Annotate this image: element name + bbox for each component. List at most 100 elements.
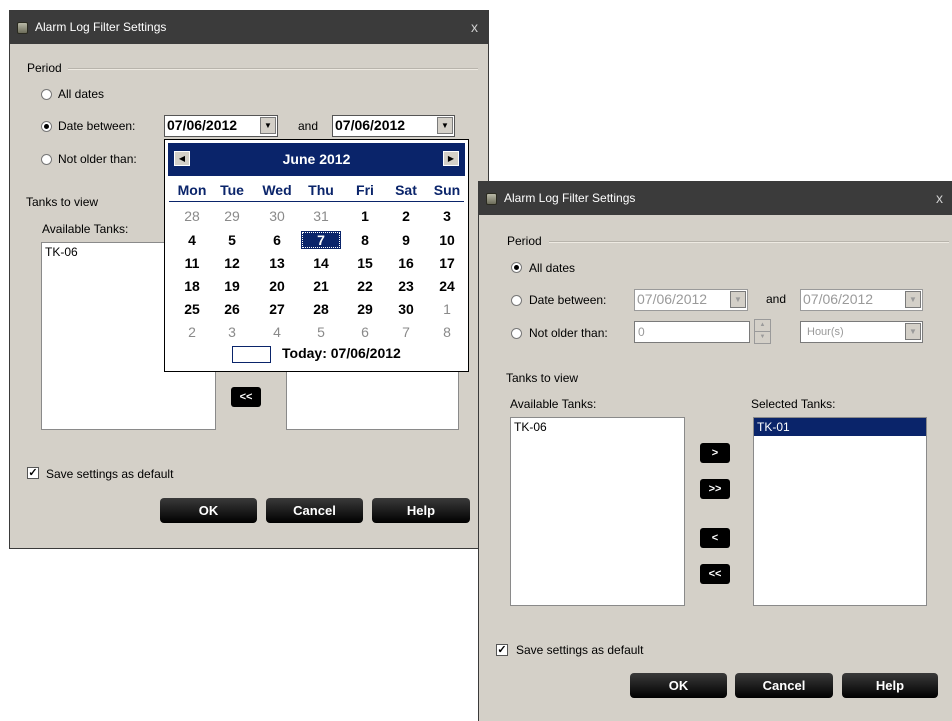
calendar-day[interactable]: 14 bbox=[301, 254, 341, 272]
front-not-older-label[interactable]: Not older than: bbox=[529, 326, 608, 340]
back-radio-not-older[interactable] bbox=[41, 154, 52, 165]
back-close-icon[interactable]: x bbox=[471, 11, 478, 44]
front-not-older-input[interactable]: 0 bbox=[634, 321, 750, 343]
list-item[interactable]: TK-01 bbox=[754, 418, 926, 436]
front-ok-button[interactable]: OK bbox=[630, 673, 727, 698]
front-radio-not-older[interactable] bbox=[511, 328, 522, 339]
calendar-day[interactable]: 8 bbox=[427, 323, 467, 341]
calendar-day[interactable]: 6 bbox=[345, 323, 385, 341]
back-date-to-dropdown-icon[interactable]: ▼ bbox=[437, 117, 453, 134]
calendar-day[interactable]: 26 bbox=[212, 300, 252, 318]
calendar-day[interactable]: 13 bbox=[257, 254, 297, 272]
calendar-day[interactable]: 3 bbox=[427, 207, 467, 225]
calendar-day[interactable]: 7 bbox=[301, 231, 341, 249]
calendar-dow-sat: Sat bbox=[395, 182, 417, 198]
calendar-dow-thu: Thu bbox=[308, 182, 334, 198]
calendar-day[interactable]: 16 bbox=[386, 254, 426, 272]
front-unit-select[interactable]: Hour(s) ▼ bbox=[800, 321, 923, 343]
calendar-day[interactable]: 24 bbox=[427, 277, 467, 295]
stepper-up-icon[interactable]: ▲ bbox=[755, 320, 770, 332]
back-ok-button[interactable]: OK bbox=[160, 498, 257, 523]
calendar-day[interactable]: 3 bbox=[212, 323, 252, 341]
calendar-day[interactable]: 15 bbox=[345, 254, 385, 272]
back-radio-all-dates[interactable] bbox=[41, 89, 52, 100]
calendar-day[interactable]: 1 bbox=[345, 207, 385, 225]
back-remove-all-button[interactable]: << bbox=[231, 387, 261, 407]
calendar-day[interactable]: 30 bbox=[386, 300, 426, 318]
front-remove-all-button[interactable]: << bbox=[700, 564, 730, 584]
calendar-day[interactable]: 28 bbox=[301, 300, 341, 318]
calendar-day[interactable]: 7 bbox=[386, 323, 426, 341]
back-all-dates-label[interactable]: All dates bbox=[58, 87, 104, 101]
calendar-day[interactable]: 25 bbox=[172, 300, 212, 318]
calendar-day[interactable]: 5 bbox=[301, 323, 341, 341]
calendar-day[interactable]: 5 bbox=[212, 231, 252, 249]
stepper-down-icon[interactable]: ▼ bbox=[755, 332, 770, 343]
calendar-day[interactable]: 8 bbox=[345, 231, 385, 249]
calendar-day[interactable]: 2 bbox=[386, 207, 426, 225]
front-selected-list[interactable]: TK-01 bbox=[753, 417, 927, 606]
front-and-label: and bbox=[766, 292, 787, 306]
back-date-from-dropdown-icon[interactable]: ▼ bbox=[260, 117, 276, 134]
calendar-day[interactable]: 2 bbox=[172, 323, 212, 341]
front-available-list[interactable]: TK-06 bbox=[510, 417, 685, 606]
calendar-day[interactable]: 11 bbox=[172, 254, 212, 272]
front-radio-date-between[interactable] bbox=[511, 295, 522, 306]
back-help-button[interactable]: Help bbox=[372, 498, 470, 523]
calendar-day[interactable]: 30 bbox=[257, 207, 297, 225]
front-dialog: Alarm Log Filter Settings x Period All d… bbox=[478, 181, 952, 721]
front-add-all-button[interactable]: >> bbox=[700, 479, 730, 499]
calendar-next-month-icon[interactable]: ▶ bbox=[443, 151, 459, 166]
calendar-day[interactable]: 29 bbox=[345, 300, 385, 318]
back-date-to-field[interactable]: 07/06/2012 ▼ bbox=[332, 115, 455, 137]
back-date-from-field[interactable]: 07/06/2012 ▼ bbox=[164, 115, 278, 137]
back-titlebar[interactable]: Alarm Log Filter Settings x bbox=[10, 11, 488, 44]
calendar-day[interactable]: 27 bbox=[257, 300, 297, 318]
front-cancel-button[interactable]: Cancel bbox=[735, 673, 833, 698]
front-save-default-checkbox[interactable]: ✓ bbox=[496, 644, 508, 656]
back-not-older-label[interactable]: Not older than: bbox=[58, 152, 137, 166]
calendar-day[interactable]: 9 bbox=[386, 231, 426, 249]
front-radio-all-dates[interactable] bbox=[511, 262, 522, 273]
calendar-today-text[interactable]: Today: 07/06/2012 bbox=[282, 345, 401, 361]
calendar-day[interactable]: 12 bbox=[212, 254, 252, 272]
back-date-between-label[interactable]: Date between: bbox=[58, 119, 135, 133]
front-close-icon[interactable]: x bbox=[936, 182, 943, 215]
front-help-button[interactable]: Help bbox=[842, 673, 938, 698]
front-titlebar[interactable]: Alarm Log Filter Settings x bbox=[479, 182, 952, 215]
calendar-day[interactable]: 4 bbox=[257, 323, 297, 341]
calendar-day[interactable]: 21 bbox=[301, 277, 341, 295]
app-icon bbox=[486, 193, 497, 205]
front-not-older-stepper[interactable]: ▲ ▼ bbox=[754, 319, 771, 344]
list-item[interactable]: TK-06 bbox=[511, 418, 684, 436]
calendar-day[interactable]: 20 bbox=[257, 277, 297, 295]
calendar-day[interactable]: 10 bbox=[427, 231, 467, 249]
front-date-to-dropdown-icon[interactable]: ▼ bbox=[905, 291, 921, 308]
calendar-day[interactable]: 31 bbox=[301, 207, 341, 225]
front-date-between-label[interactable]: Date between: bbox=[529, 293, 606, 307]
back-radio-date-between[interactable] bbox=[41, 121, 52, 132]
front-unit-dropdown-icon[interactable]: ▼ bbox=[905, 323, 921, 340]
calendar-dow-fri: Fri bbox=[356, 182, 374, 198]
calendar-day[interactable]: 4 bbox=[172, 231, 212, 249]
calendar-day[interactable]: 17 bbox=[427, 254, 467, 272]
calendar-dow-wed: Wed bbox=[262, 182, 292, 198]
back-save-default-checkbox[interactable]: ✓ bbox=[27, 467, 39, 479]
calendar-day[interactable]: 28 bbox=[172, 207, 212, 225]
front-remove-button[interactable]: < bbox=[700, 528, 730, 548]
front-all-dates-label[interactable]: All dates bbox=[529, 261, 575, 275]
back-save-default-label[interactable]: Save settings as default bbox=[46, 467, 173, 481]
front-add-button[interactable]: > bbox=[700, 443, 730, 463]
calendar-day[interactable]: 19 bbox=[212, 277, 252, 295]
front-save-default-label[interactable]: Save settings as default bbox=[516, 643, 643, 657]
calendar-day[interactable]: 18 bbox=[172, 277, 212, 295]
front-date-to-field[interactable]: 07/06/2012 ▼ bbox=[800, 289, 923, 311]
calendar-day[interactable]: 29 bbox=[212, 207, 252, 225]
calendar-day[interactable]: 1 bbox=[427, 300, 467, 318]
calendar-day[interactable]: 22 bbox=[345, 277, 385, 295]
front-date-from-field[interactable]: 07/06/2012 ▼ bbox=[634, 289, 748, 311]
calendar-day[interactable]: 23 bbox=[386, 277, 426, 295]
calendar-day[interactable]: 6 bbox=[257, 231, 297, 249]
back-cancel-button[interactable]: Cancel bbox=[266, 498, 363, 523]
front-date-from-dropdown-icon[interactable]: ▼ bbox=[730, 291, 746, 308]
